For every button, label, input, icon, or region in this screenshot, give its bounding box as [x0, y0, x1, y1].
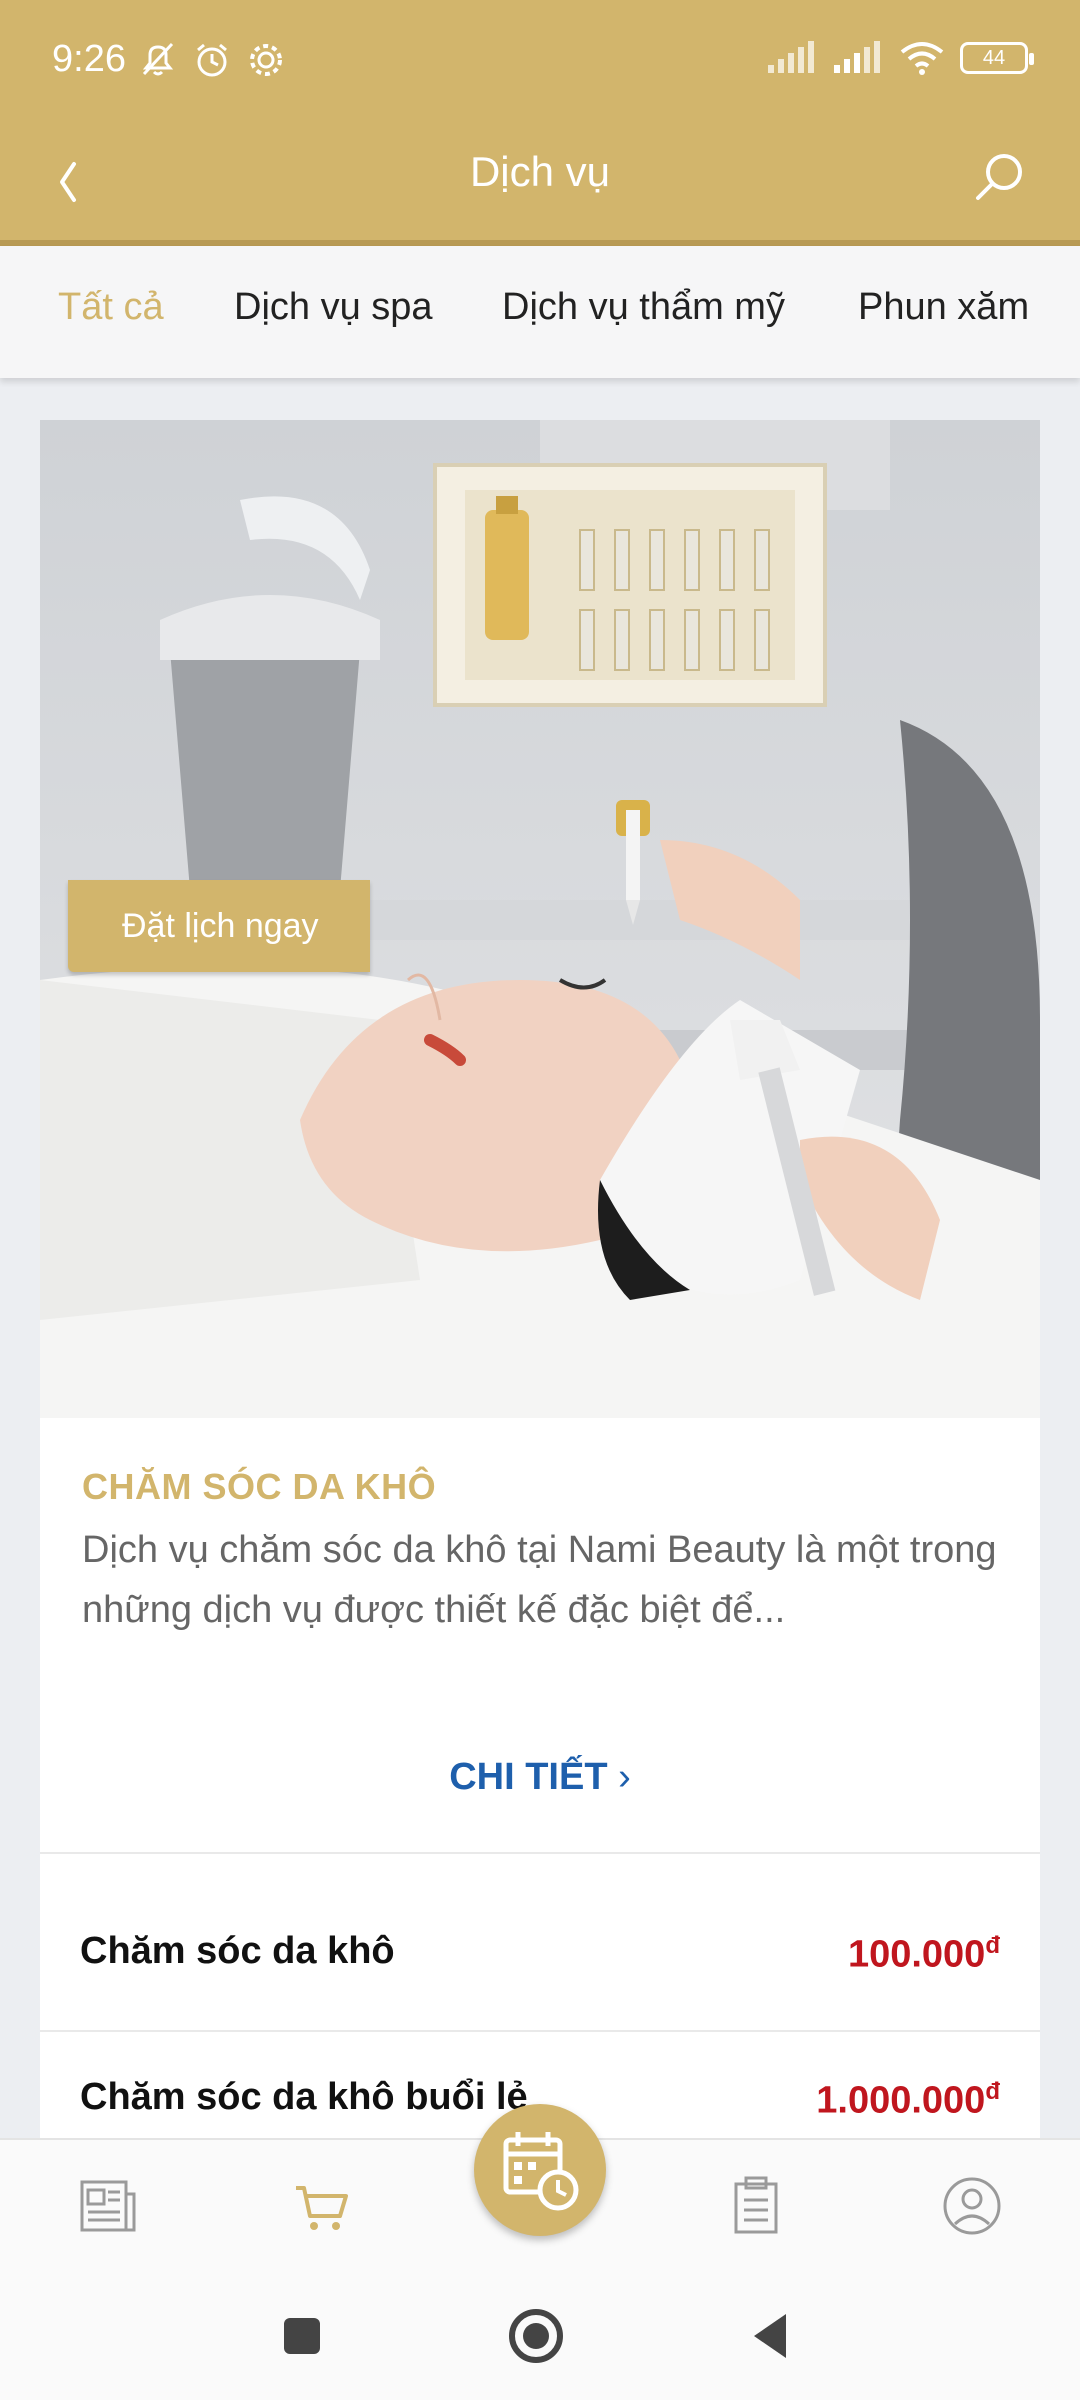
system-navigation-bar: [0, 2270, 1080, 2400]
detail-link[interactable]: CHI TIẾT ›: [40, 1756, 1040, 1799]
clipboard-icon[interactable]: [724, 2174, 788, 2238]
service-card: Đặt lịch ngay CHĂM SÓC DA KHÔ Dịch vụ ch…: [40, 420, 1040, 2140]
home-icon[interactable]: [506, 2306, 566, 2366]
mute-bell-icon: [142, 42, 174, 76]
tab-phun-xam[interactable]: Phun xăm: [858, 286, 1029, 329]
recent-apps-icon[interactable]: [280, 2314, 324, 2358]
currency-symbol: đ: [985, 2078, 1000, 2105]
page-title: Dịch vụ: [469, 148, 611, 195]
cart-icon[interactable]: [290, 2174, 354, 2238]
page-header: Dịch vụ: [0, 120, 1080, 244]
app-header-bar: 9:26 44 Dịch vụ: [0, 0, 1080, 244]
category-tabs: Tất cả Dịch vụ spa Dịch vụ thẩm mỹ Phun …: [0, 246, 1080, 378]
signal-icon: [768, 41, 814, 73]
tab-dich-vu-tham-my[interactable]: Dịch vụ thẩm mỹ: [502, 286, 785, 329]
divider: [40, 1852, 1040, 1854]
service-description: Dịch vụ chăm sóc da khô tại Nami Beauty …: [82, 1529, 997, 1631]
tab-dich-vu-spa[interactable]: Dịch vụ spa: [234, 286, 433, 329]
status-time: 9:26: [52, 38, 126, 80]
calendar-clock-icon: [503, 2132, 579, 2211]
book-now-button[interactable]: Đặt lịch ngay: [68, 880, 370, 972]
battery-icon: 44: [960, 42, 1034, 74]
price-row-price: 1.000.000đ: [816, 2078, 1000, 2122]
price-row-price: 100.000đ: [847, 1932, 1000, 1976]
alarm-icon: [197, 43, 227, 77]
booking-fab-button[interactable]: [474, 2104, 606, 2236]
user-circle-icon[interactable]: [940, 2174, 1004, 2238]
detail-label: CHI TIẾT: [449, 1756, 608, 1798]
tab-tat-ca[interactable]: Tất cả: [58, 286, 164, 329]
currency-symbol: đ: [985, 1932, 1000, 1959]
status-right-icons: 44: [766, 40, 1034, 76]
price-row-name: Chăm sóc da khô buổi lẻ: [80, 2076, 528, 2118]
price-row-name: Chăm sóc da khô: [80, 1930, 395, 1972]
signal-icon: [834, 41, 880, 73]
chevron-right-icon: ›: [618, 1756, 631, 1798]
settings-gear-icon: [250, 44, 282, 76]
search-icon[interactable]: [960, 140, 1040, 220]
status-bar: 9:26 44: [0, 0, 1080, 120]
status-left-icons: [136, 38, 288, 82]
back-triangle-icon[interactable]: [748, 2310, 792, 2362]
news-icon[interactable]: [76, 2174, 140, 2238]
divider: [40, 2030, 1040, 2032]
service-title: CHĂM SÓC DA KHÔ: [82, 1466, 437, 1507]
wifi-icon: [900, 42, 944, 75]
